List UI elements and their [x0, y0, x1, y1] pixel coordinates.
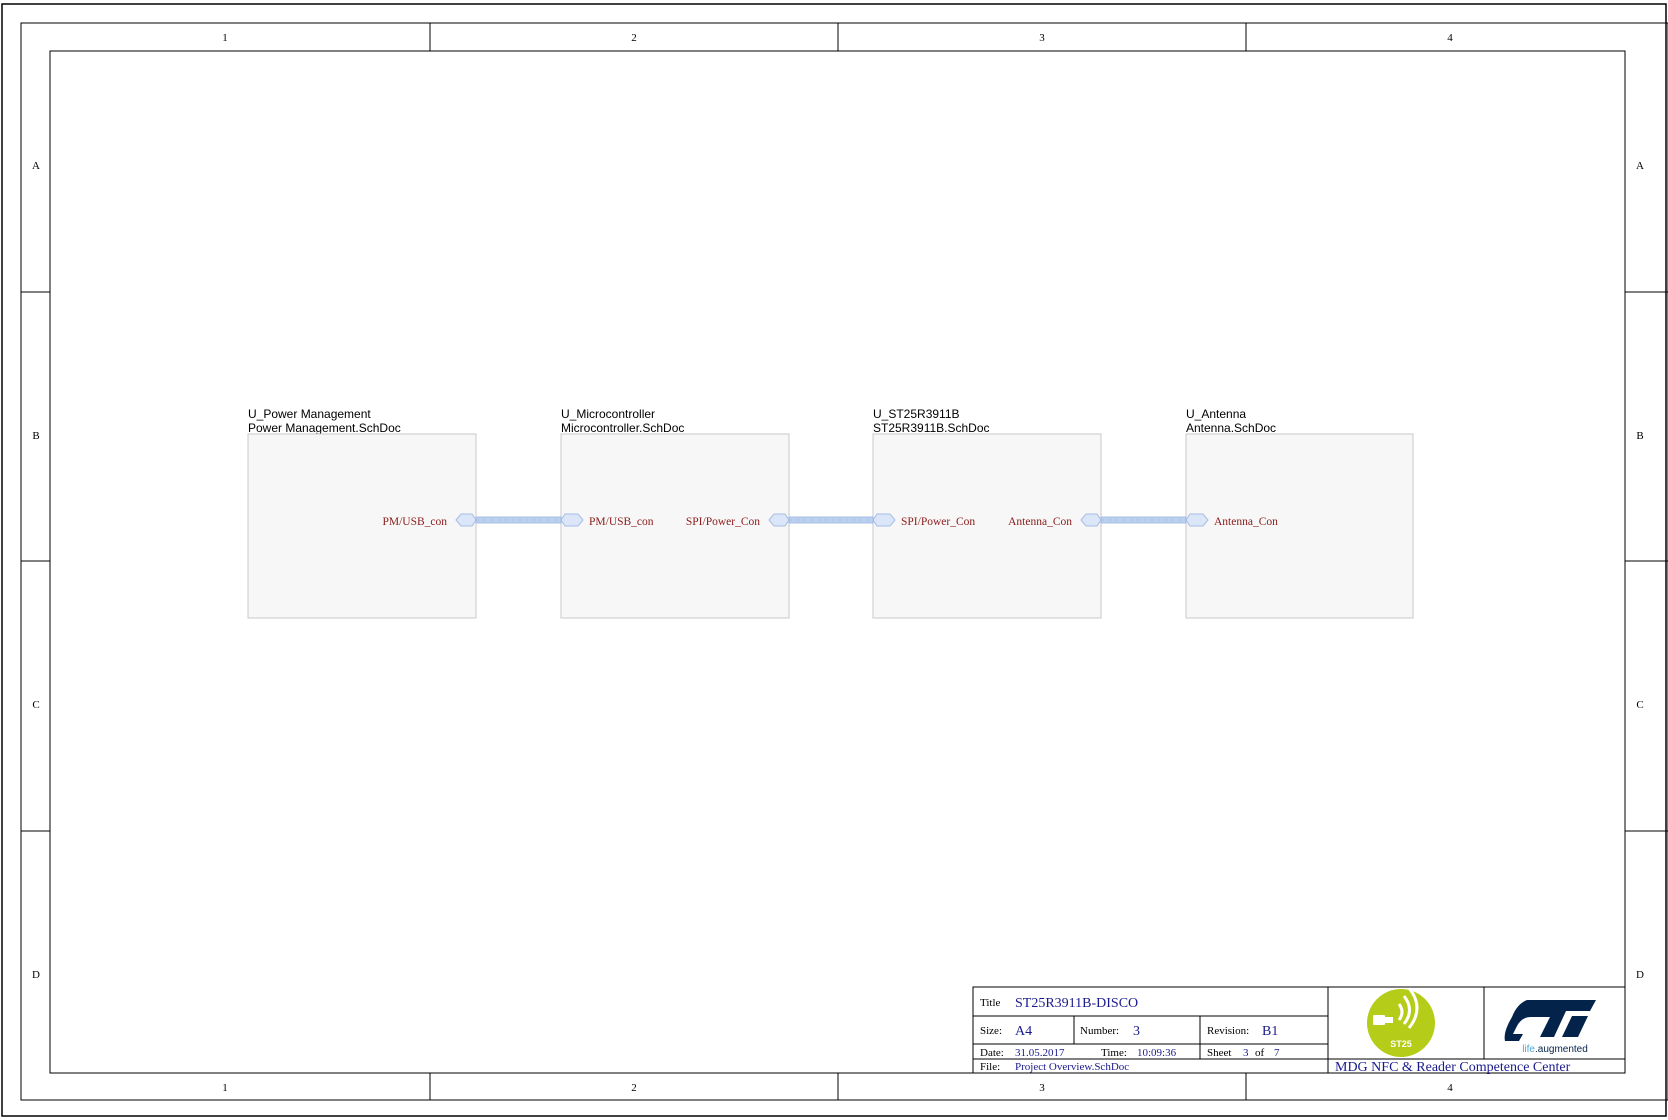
sheet-entry-label: SPI/Power_Con: [686, 516, 760, 528]
sheet-label: Sheet: [1207, 1047, 1231, 1059]
time-value: 10:09:36: [1137, 1047, 1177, 1059]
file-value: Project Overview.SchDoc: [1015, 1061, 1129, 1073]
size-label: Size:: [980, 1025, 1002, 1037]
sheet-entry-port[interactable]: [455, 513, 477, 527]
size-value: A4: [1015, 1024, 1032, 1039]
sheet-entry-label: PM/USB_con: [589, 516, 654, 528]
sheet-symbol-antenna[interactable]: U_Antenna Antenna.SchDoc Antenna_Con: [1185, 407, 1414, 619]
sheet-entry-label: Antenna_Con: [1214, 516, 1278, 528]
row-label-left: C: [32, 699, 39, 711]
title-value: ST25R3911B-DISCO: [1015, 996, 1138, 1011]
title-label: Title: [980, 997, 1001, 1009]
column-label-bottom: 4: [1447, 1082, 1453, 1094]
sheet-symbol-st25r3911b[interactable]: U_ST25R3911B ST25R3911B.SchDoc SPI/Power…: [872, 407, 1102, 619]
sheet-designator: U_Power Management: [248, 407, 371, 421]
sheet-designator: U_Microcontroller: [561, 407, 655, 421]
number-value: 3: [1133, 1024, 1140, 1039]
sheet-filename: Microcontroller.SchDoc: [561, 421, 684, 435]
column-label-top: 1: [222, 32, 228, 44]
revision-value: B1: [1262, 1024, 1278, 1039]
file-label: File:: [980, 1061, 1000, 1073]
date-label: Date:: [980, 1047, 1004, 1059]
sheet-value: 3: [1243, 1047, 1249, 1059]
sheet-total-value: 7: [1274, 1047, 1280, 1059]
st25-logo-text: ST25: [1390, 1039, 1412, 1049]
bus-st25-antenna[interactable]: [1100, 516, 1187, 524]
sheet-designator: U_Antenna: [1186, 407, 1246, 421]
sheet-entry-port[interactable]: [872, 513, 896, 527]
st-tagline: life.augmented: [1522, 1044, 1588, 1055]
row-label-right: B: [1636, 430, 1643, 442]
time-label: Time:: [1101, 1047, 1127, 1059]
sheet-entry-label: PM/USB_con: [382, 516, 447, 528]
number-label: Number:: [1080, 1025, 1119, 1037]
column-label-bottom: 3: [1039, 1082, 1045, 1094]
column-label-bottom: 2: [631, 1082, 637, 1094]
column-label-top: 3: [1039, 32, 1045, 44]
column-label-top: 4: [1447, 32, 1453, 44]
sheet-entry-port[interactable]: [560, 513, 584, 527]
title-block: Title ST25R3911B-DISCO Size: A4 Number: …: [972, 986, 1626, 1075]
sheet-entry-label: SPI/Power_Con: [901, 516, 975, 528]
row-label-left: A: [32, 160, 40, 172]
row-label-right: C: [1636, 699, 1643, 711]
date-value: 31.05.2017: [1015, 1047, 1065, 1059]
schematic-sheet: 1 2 3 4 1 2 3 4 A B C D A B C D U_Power …: [1, 3, 1668, 1117]
row-label-right: D: [1636, 969, 1644, 981]
of-label: of: [1255, 1047, 1265, 1059]
sheet-filename: ST25R3911B.SchDoc: [873, 421, 990, 435]
sheet-filename: Power Management.SchDoc: [248, 421, 401, 435]
column-label-top: 2: [631, 32, 637, 44]
row-label-left: B: [32, 430, 39, 442]
revision-label: Revision:: [1207, 1025, 1249, 1037]
row-label-right: A: [1636, 160, 1644, 172]
company-name: MDG NFC & Reader Competence Center: [1335, 1060, 1571, 1075]
sheet-symbol-power-management[interactable]: U_Power Management Power Management.SchD…: [247, 407, 477, 619]
sheet-entry-label: Antenna_Con: [1008, 516, 1072, 528]
sheet-designator: U_ST25R3911B: [873, 407, 960, 421]
sheet-symbol-microcontroller[interactable]: U_Microcontroller Microcontroller.SchDoc…: [560, 407, 790, 619]
sheet-entry-port[interactable]: [1080, 513, 1102, 527]
sheet-filename: Antenna.SchDoc: [1186, 421, 1276, 435]
sheet-entry-port[interactable]: [1185, 513, 1209, 527]
sheet-entry-port[interactable]: [768, 513, 790, 527]
column-label-bottom: 1: [222, 1082, 228, 1094]
bus-mcu-st25[interactable]: [788, 516, 874, 524]
row-label-left: D: [32, 969, 40, 981]
bus-power-mcu[interactable]: [475, 516, 562, 524]
